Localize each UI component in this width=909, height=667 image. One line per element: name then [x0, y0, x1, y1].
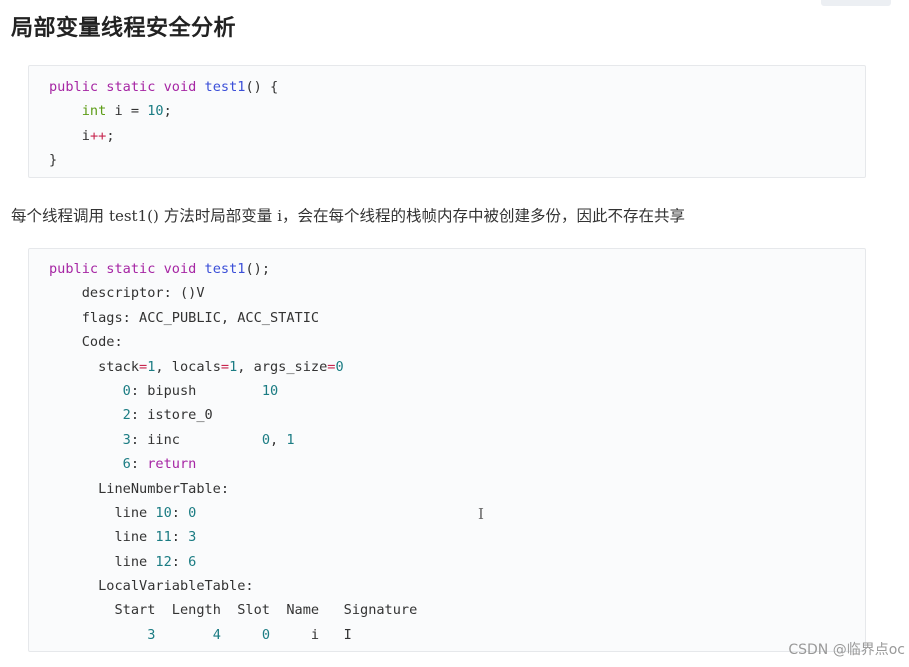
prose-part: 每个线程调用 [11, 207, 109, 225]
code-token: 4 [212, 626, 221, 643]
watermark: CSDN @临界点oc [788, 642, 905, 658]
prose-part: 方法时局部变量 [158, 207, 278, 225]
code-token: Start Length Slot Name Signature [114, 602, 418, 619]
code-token: , locals [155, 358, 221, 375]
code-line: line 11: 3 [29, 525, 865, 549]
code-line: public static void test1(); [29, 257, 865, 281]
code-token: public [49, 79, 99, 95]
code-token: : istore_0 [130, 407, 213, 424]
code-token: 11 [155, 529, 172, 546]
code-token: stack [98, 358, 140, 375]
code-token: void [163, 261, 197, 277]
code-line: } [29, 148, 865, 172]
code-line: line 12: 6 [29, 550, 865, 574]
explanation-text: 每个线程调用 test1() 方法时局部变量 i，会在每个线程的栈帧内存中被创建… [11, 204, 685, 226]
code-token: 6 [122, 456, 131, 473]
code-token: line [114, 529, 156, 546]
code-token: static [106, 261, 156, 277]
code-token: } [49, 152, 58, 169]
code-token: ; [163, 103, 172, 120]
code-token: line [114, 504, 156, 521]
code-token: 10 [261, 382, 279, 399]
code-token: 1 [286, 431, 295, 448]
code-token: 12 [155, 553, 172, 570]
code-token: LineNumberTable: [98, 480, 230, 497]
code-token: : [130, 456, 148, 473]
code-line: 0: bipush 10 [29, 379, 865, 403]
code-token: ; [106, 127, 115, 144]
code-line: stack=1, locals=1, args_size=0 [29, 355, 865, 379]
code-token: ++ [89, 127, 107, 144]
code-token: flags: ACC_PUBLIC, ACC_STATIC [81, 309, 320, 326]
code-block-source: public static void test1() { int i = 10;… [28, 65, 866, 178]
code-token: = [220, 358, 230, 375]
prose-part: ，会在每个线程的栈帧内存中被创建多份，因此不存在共享 [282, 207, 686, 225]
code-token: test1 [204, 261, 246, 277]
code-token: line [114, 553, 156, 570]
code-token: 0 [261, 626, 270, 643]
code-token: : bipush [130, 382, 262, 399]
code-token: , [270, 431, 287, 448]
code-token: : iinc [130, 431, 262, 448]
code-token: 0 [122, 382, 131, 399]
code-token: 10 [147, 103, 164, 120]
code-token: : [171, 553, 189, 570]
code-line: 3: iinc 0, 1 [29, 428, 865, 452]
code-line: LocalVariableTable: [29, 574, 865, 598]
code-token: 2 [122, 407, 131, 424]
code-line: i++; [29, 124, 865, 148]
page-title: 局部变量线程安全分析 [11, 16, 237, 41]
code-token: int [81, 103, 107, 120]
code-line: 2: istore_0 [29, 403, 865, 427]
code-line: flags: ACC_PUBLIC, ACC_STATIC [29, 306, 865, 330]
code-token: public [49, 261, 99, 277]
code-token: 0 [261, 431, 270, 448]
code-token: 3 [188, 529, 197, 546]
code-block-bytecode: public static void test1(); descriptor: … [28, 248, 866, 652]
code-token: : [171, 504, 189, 521]
code-token: i I [270, 626, 352, 643]
code-token: , args_size [237, 358, 328, 375]
code-line: 6: return [29, 452, 865, 476]
code-token: : [171, 529, 189, 546]
code-line: descriptor: ()V [29, 281, 865, 305]
code-token: i [81, 127, 90, 144]
code-line: 3 4 0 i I [29, 623, 865, 647]
code-token: 10 [155, 504, 172, 521]
code-token: 3 [122, 431, 131, 448]
code-token: return [147, 456, 197, 473]
code-token: = [139, 358, 148, 375]
code-line: LineNumberTable: [29, 477, 865, 501]
code-token: () { [245, 79, 279, 95]
code-token: Code: [81, 334, 123, 351]
code-token: LocalVariableTable: [98, 578, 254, 595]
code-token: descriptor: ()V [81, 285, 205, 302]
code-token: 6 [188, 553, 197, 570]
prose-method-name: test1() [108, 207, 159, 225]
code-token: 0 [188, 504, 197, 521]
code-line: public static void test1() { [29, 75, 865, 99]
code-line: Start Length Slot Name Signature [29, 598, 865, 622]
code-token: (); [245, 261, 271, 277]
code-line: line 10: 0 [29, 501, 865, 525]
code-token: static [106, 79, 156, 95]
top-edge-tab [821, 0, 891, 6]
code-line: Code: [29, 330, 865, 354]
code-token: 0 [335, 358, 344, 375]
text-cursor-icon: I [478, 505, 484, 523]
code-line: int i = 10; [29, 99, 865, 123]
code-token: test1 [204, 79, 246, 95]
code-token: void [163, 79, 197, 95]
code-token: i = [106, 103, 148, 120]
